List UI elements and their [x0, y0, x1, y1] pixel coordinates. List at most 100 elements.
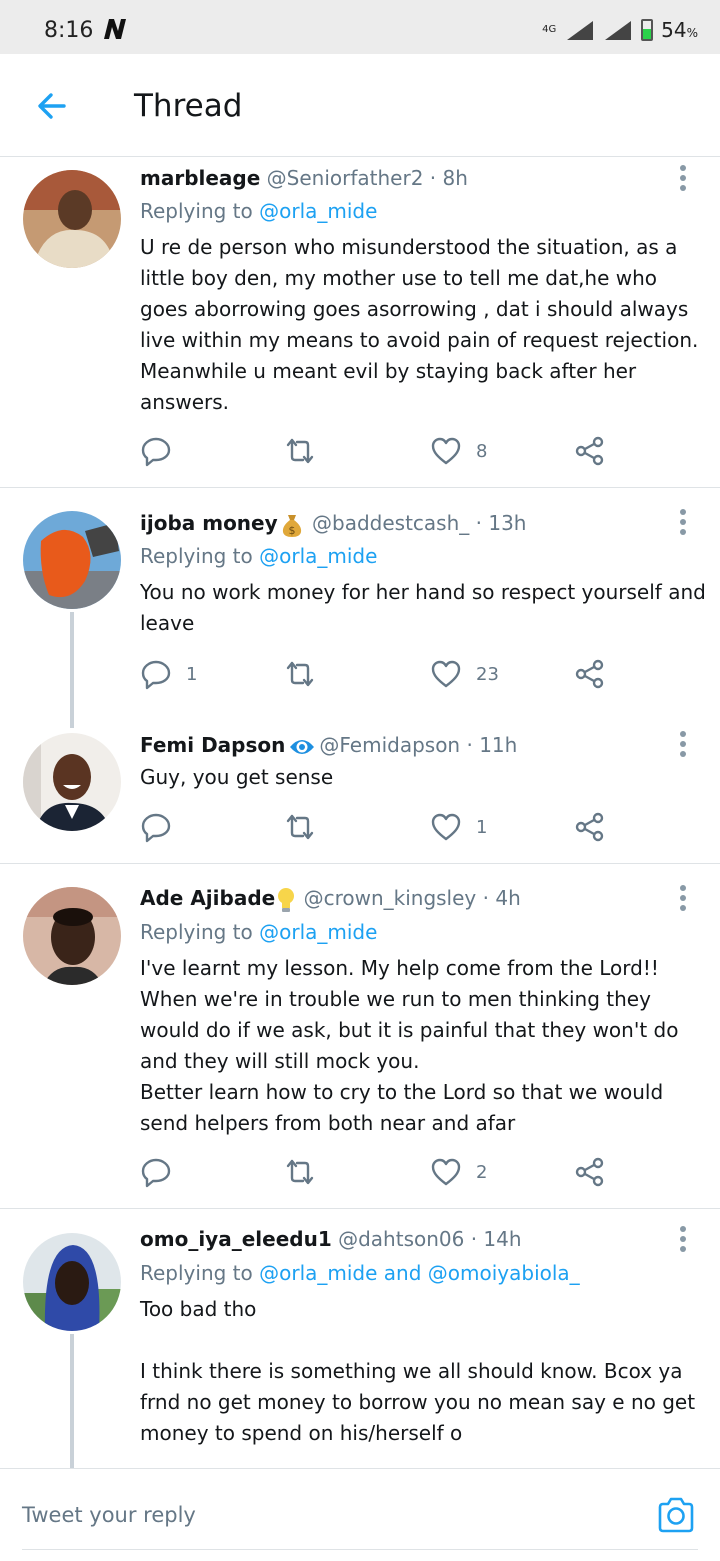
battery-level: 54%	[661, 18, 698, 42]
heart-icon	[431, 437, 461, 465]
author-name[interactable]: marbleage	[140, 166, 260, 190]
back-arrow-icon[interactable]	[34, 88, 70, 124]
reply-button[interactable]: 1	[140, 656, 197, 692]
more-options-icon[interactable]	[677, 165, 689, 191]
tweet-text: I've learnt my lesson. My help come from…	[140, 956, 679, 1135]
divider	[0, 863, 720, 864]
like-count: 2	[476, 1161, 488, 1183]
reply-input[interactable]: Tweet your reply	[22, 1503, 196, 1527]
replying-to: Replying to @orla_mide	[140, 199, 378, 223]
retweet-icon	[286, 438, 314, 464]
app-header: Thread	[0, 54, 720, 157]
share-icon	[575, 812, 604, 842]
retweet-button[interactable]	[284, 1154, 330, 1190]
retweet-button[interactable]	[284, 433, 330, 469]
signal-icon	[567, 21, 594, 40]
tweet-header: Femi Dapson @Femidapson · 11h	[140, 733, 518, 757]
author-name[interactable]: omo_iya_eleedu1	[140, 1227, 332, 1251]
svg-text:$: $	[288, 524, 295, 537]
replying-to: Replying to @orla_mide	[140, 920, 378, 944]
mention-link[interactable]: @orla_mide	[259, 199, 377, 223]
mention-link[interactable]: @orla_mide	[259, 1261, 377, 1285]
like-button[interactable]: 23	[430, 656, 499, 692]
like-count: 23	[476, 663, 499, 685]
tweet-actions: 1	[140, 809, 620, 845]
more-options-icon[interactable]	[677, 885, 689, 911]
author-handle[interactable]: @Femidapson	[319, 733, 460, 757]
battery-icon	[641, 19, 654, 41]
like-count: 1	[476, 816, 488, 838]
replying-to: Replying to @orla_mide and @omoiyabiola_	[140, 1261, 580, 1285]
author-handle[interactable]: @Seniorfather2	[267, 166, 424, 190]
avatar-marbleage[interactable]	[23, 170, 121, 268]
author-handle[interactable]: @crown_kingsley	[304, 886, 477, 910]
thread-line	[70, 1334, 74, 1468]
thread-line	[70, 612, 74, 728]
retweet-icon	[286, 1159, 314, 1185]
verified-eye-icon	[290, 739, 315, 754]
tweet-time: 8h	[442, 166, 468, 190]
share-button[interactable]	[574, 433, 606, 469]
tweet-header: ijoba money $ @baddestcash_ · 13h	[140, 511, 527, 537]
share-button[interactable]	[574, 809, 606, 845]
network-type: 4G	[542, 24, 557, 35]
money-bag-icon: $	[282, 514, 301, 537]
tweet-time: 13h	[488, 511, 527, 535]
share-icon	[575, 436, 604, 466]
author-name[interactable]: Femi Dapson	[140, 733, 285, 757]
tweet-text: U re de person who misunderstood the sit…	[140, 235, 699, 414]
tweet-header: omo_iya_eleedu1 @dahtson06 · 14h	[140, 1227, 522, 1251]
heart-icon	[431, 660, 461, 688]
reply-button[interactable]	[140, 433, 186, 469]
share-icon	[575, 659, 604, 689]
like-button[interactable]: 1	[430, 809, 487, 845]
retweet-button[interactable]	[284, 656, 330, 692]
author-name[interactable]: ijoba money	[140, 511, 278, 535]
retweet-button[interactable]	[284, 809, 330, 845]
avatar-omo-iya-eleedu1[interactable]	[23, 1233, 121, 1331]
author-name[interactable]: Ade Ajibade	[140, 886, 275, 910]
mention-link[interactable]: @orla_mide	[259, 544, 377, 568]
more-options-icon[interactable]	[677, 509, 689, 535]
like-count: 8	[476, 440, 488, 462]
reply-composer: Tweet your reply	[0, 1468, 720, 1561]
camera-icon[interactable]	[656, 1495, 696, 1535]
share-button[interactable]	[574, 656, 606, 692]
reply-button[interactable]	[140, 1154, 186, 1190]
avatar-ade-ajibade[interactable]	[23, 887, 121, 985]
tweet-header: marbleage @Seniorfather2 · 8h	[140, 166, 468, 190]
page-title: Thread	[134, 88, 243, 124]
mention-link-2[interactable]: @omoiyabiola_	[428, 1261, 580, 1285]
divider	[0, 487, 720, 488]
reply-count: 1	[186, 663, 198, 685]
author-handle[interactable]: @baddestcash_	[312, 511, 469, 535]
tweet-time: 4h	[495, 886, 521, 910]
tweet-text: You no work money for her hand so respec…	[140, 580, 706, 635]
like-button[interactable]: 8	[430, 433, 487, 469]
network-n-icon	[104, 19, 126, 39]
avatar-femi-dapson[interactable]	[23, 733, 121, 831]
more-options-icon[interactable]	[677, 731, 689, 757]
status-time: 8:16	[44, 18, 94, 43]
lightbulb-icon	[278, 887, 295, 912]
avatar-ijoba-money[interactable]	[23, 511, 121, 609]
share-icon	[575, 1157, 604, 1187]
retweet-icon	[286, 814, 314, 840]
mention-link[interactable]: @orla_mide	[259, 920, 377, 944]
retweet-icon	[286, 661, 314, 687]
reply-icon	[141, 1158, 171, 1188]
author-handle[interactable]: @dahtson06	[338, 1227, 464, 1251]
tweet-time: 11h	[479, 733, 518, 757]
tweet-text: Too bad tho I think there is something w…	[140, 1297, 696, 1445]
reply-button[interactable]	[140, 809, 186, 845]
status-bar: 8:16 4G 54%	[0, 0, 720, 54]
like-button[interactable]: 2	[430, 1154, 487, 1190]
more-options-icon[interactable]	[677, 1226, 689, 1252]
tweet-actions: 8	[140, 433, 620, 469]
replying-to: Replying to @orla_mide	[140, 544, 378, 568]
tweet-actions: 2	[140, 1154, 620, 1190]
tweet-text: Guy, you get sense	[140, 765, 334, 789]
share-button[interactable]	[574, 1154, 606, 1190]
divider	[0, 1208, 720, 1209]
reply-icon	[141, 813, 171, 843]
